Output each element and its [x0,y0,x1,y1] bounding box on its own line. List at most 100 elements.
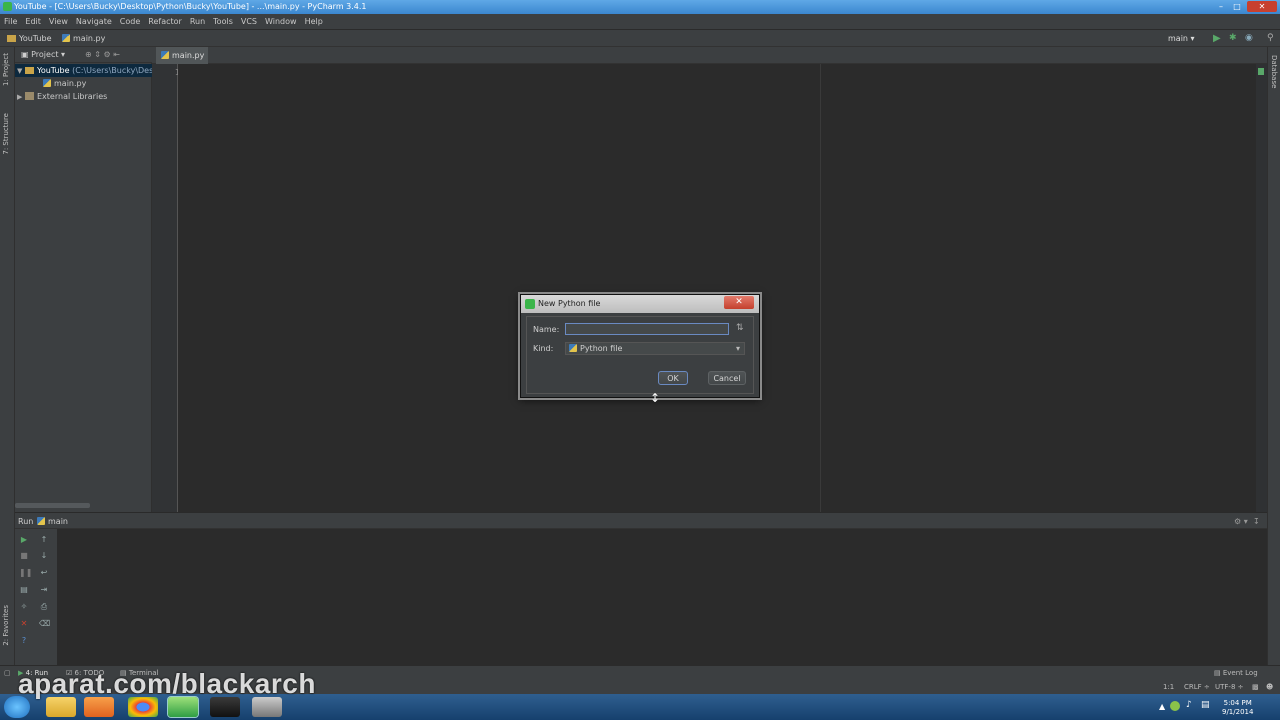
new-python-file-dialog: New Python file ✕ Name: ⇅ Kind: Python f… [520,294,760,398]
panel-toolbar-icons[interactable]: ⊕ ⇕ ⚙ ⇤ [85,47,120,63]
event-log-icon: ▤ [1214,669,1221,677]
chevron-down-icon: ▾ [735,344,740,353]
tray-app-icon[interactable] [1170,701,1180,711]
close-window-button[interactable]: ✕ [1247,1,1277,12]
coverage-icon[interactable]: ◉ [1245,30,1253,47]
search-everywhere-icon[interactable]: ⚲ [1267,30,1274,47]
pause-icon[interactable]: ❚❚ [19,568,32,577]
pin-icon[interactable]: ✧ [19,602,29,611]
tool-tab-project[interactable]: 1: Project [2,53,10,86]
volume-icon[interactable]: ♪ [1186,700,1192,710]
tree-item-external-libraries[interactable]: ▶ External Libraries [15,90,107,103]
run-config-selector[interactable]: main ▾ [1168,30,1195,47]
menu-view[interactable]: View [45,14,72,30]
dump-threads-icon[interactable]: ▤ [19,585,29,594]
collapse-arrow-icon: ▶ [17,93,23,101]
debug-icon[interactable]: ✱ [1229,30,1237,47]
name-label: Name: [533,325,560,334]
window-title-bar: YouTube - [C:\Users\Bucky\Desktop\Python… [0,0,1280,14]
panel-toggle-icon[interactable]: ▢ [4,666,11,681]
run-console[interactable] [57,529,1257,665]
horizontal-scrollbar[interactable] [15,503,90,508]
error-stripe [1256,64,1267,512]
minimize-button[interactable]: – [1213,1,1229,12]
soft-wrap-icon[interactable]: ↩ [39,568,49,577]
menu-refactor[interactable]: Refactor [144,14,186,30]
scroll-down-icon[interactable]: ↓ [39,551,49,560]
cancel-button[interactable]: Cancel [708,371,746,385]
run-icon[interactable]: ▶ [1213,30,1221,47]
menu-vcs[interactable]: VCS [237,14,261,30]
tool-tab-event-log[interactable]: ▤ Event Log [1214,666,1258,681]
explorer-taskbar-icon[interactable] [46,697,76,717]
file-encoding[interactable]: UTF-8 ÷ [1215,680,1244,694]
rerun-icon[interactable]: ▶ [19,535,29,544]
pycharm-app-icon [3,2,12,11]
chrome-taskbar-icon[interactable] [128,697,158,717]
menu-window[interactable]: Window [261,14,301,30]
watermark: aparat.com/blackarch [18,668,316,699]
recorder-taskbar-icon[interactable] [210,697,240,717]
tree-item-main-py[interactable]: main.py [43,77,86,90]
python-file-icon [43,79,51,87]
tool-tab-database[interactable]: Database [1270,55,1278,88]
run-panel-title: Run [18,517,34,526]
breadcrumb-file[interactable]: main.py [62,30,105,47]
maximize-button[interactable]: □ [1229,1,1245,12]
editor-tab-main-py[interactable]: main.py × [156,47,208,77]
name-input[interactable] [565,323,729,335]
sort-arrows-icon[interactable]: ⇅ [736,323,744,333]
app-taskbar-icon[interactable] [252,697,282,717]
lock-icon[interactable]: ▩ [1252,680,1259,694]
clear-all-icon[interactable]: ⌫ [39,619,50,628]
clock[interactable]: 5:04 PM 9/1/2014 [1222,699,1253,717]
stop-icon[interactable]: ■ [19,551,29,560]
editor-gutter: 1 [152,64,180,512]
python-file-icon [161,51,169,59]
scroll-up-icon[interactable]: ↑ [39,535,49,544]
hide-panel-icon[interactable]: ↧ [1253,513,1260,530]
kind-label: Kind: [533,344,554,353]
kind-select[interactable]: Python file ▾ [565,342,745,355]
library-icon [25,92,34,100]
media-player-taskbar-icon[interactable] [84,697,114,717]
caret-position[interactable]: 1:1 [1163,680,1174,694]
tool-tab-favorites[interactable]: 2: Favorites [2,605,10,646]
menu-edit[interactable]: Edit [21,14,45,30]
navigation-bar: YouTube main.py main ▾ ▶ ✱ ◉ ⚲ [0,30,1280,47]
breadcrumb-project[interactable]: YouTube [7,30,52,47]
menu-run[interactable]: Run [186,14,209,30]
tool-tab-structure[interactable]: 7: Structure [2,113,10,155]
right-tool-stripe: Database [1267,47,1280,665]
dialog-close-button[interactable]: ✕ [724,296,754,309]
pycharm-dialog-icon [525,299,535,309]
menu-navigate[interactable]: Navigate [72,14,116,30]
tree-item-project-root[interactable]: ▼ YouTube (C:\Users\Bucky\Des [15,64,153,77]
right-margin-guide [820,64,821,512]
code-editor[interactable] [178,64,1256,512]
inspection-ok-icon [1258,68,1264,75]
help-icon[interactable]: ? [19,636,29,645]
network-icon[interactable]: ▤ [1201,700,1210,710]
project-view-selector[interactable]: ▣ Project ▾ [21,47,65,63]
resize-cursor-icon: ↕ [650,391,661,405]
folder-icon [25,67,34,74]
pycharm-taskbar-icon[interactable] [168,697,198,717]
print-icon[interactable]: ⎙ [39,602,49,611]
line-separator[interactable]: CRLF ÷ [1184,680,1210,694]
menu-code[interactable]: Code [116,14,144,30]
window-title: YouTube - [C:\Users\Bucky\Desktop\Python… [14,2,367,11]
menu-tools[interactable]: Tools [209,14,237,30]
close-run-icon[interactable]: ✕ [19,619,29,628]
python-file-icon [37,517,45,525]
settings-gear-icon[interactable]: ⚙ ▾ [1234,513,1248,530]
ok-button[interactable]: OK [658,371,688,385]
inspector-icon[interactable]: ☻ [1266,680,1273,694]
scroll-to-end-icon[interactable]: ⇥ [39,585,49,594]
run-config-tab[interactable]: main [37,513,68,530]
show-hidden-icons[interactable]: ▲ [1159,702,1165,711]
menu-file[interactable]: File [0,14,21,30]
project-panel: ▣ Project ▾ ⊕ ⇕ ⚙ ⇤ ▼ YouTube (C:\Users\B… [15,47,153,512]
menu-help[interactable]: Help [301,14,327,30]
run-toolbar: ▶ ↑ ■ ↓ ❚❚ ↩ ▤ ⇥ ✧ ⎙ ✕ ⌫ ? [15,529,57,665]
